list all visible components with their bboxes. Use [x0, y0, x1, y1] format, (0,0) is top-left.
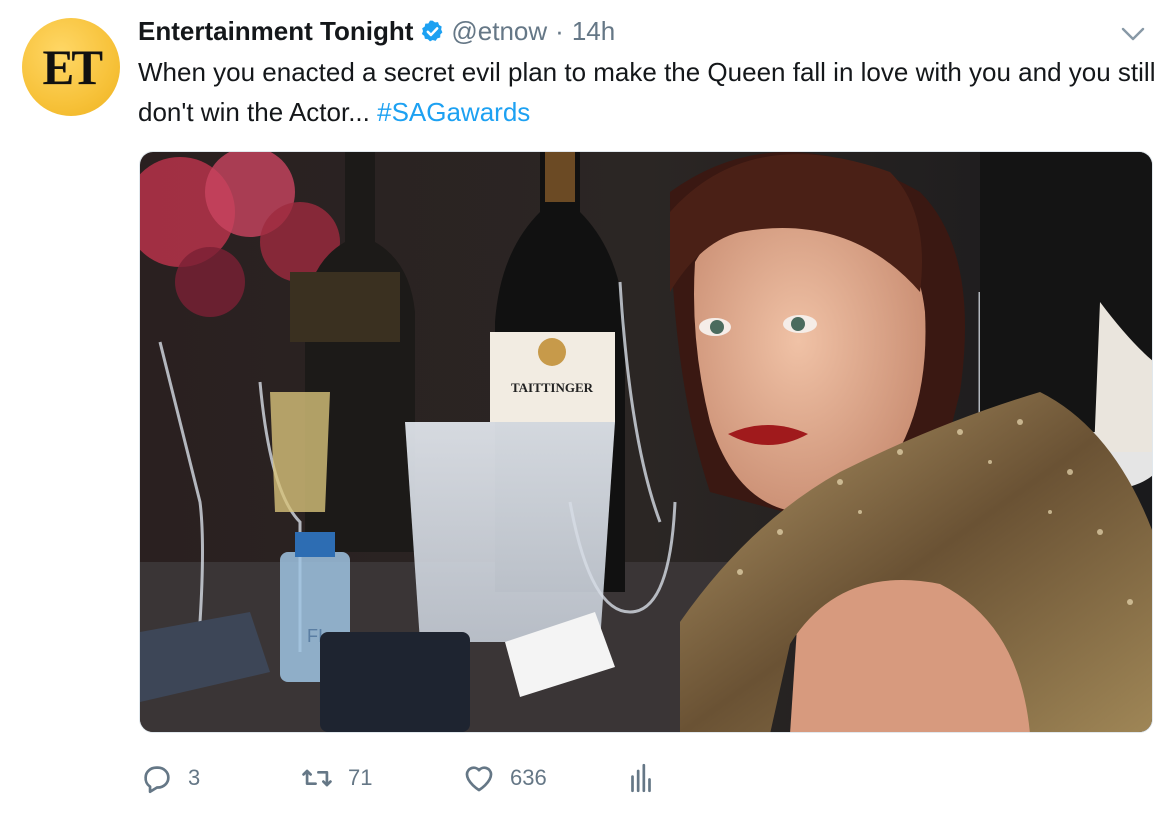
analytics-button[interactable]	[624, 758, 672, 798]
account-name[interactable]: Entertainment Tonight	[138, 16, 413, 47]
media-photo: TAITTINGER FI	[140, 152, 1152, 732]
hashtag-link[interactable]: #SAGawards	[377, 97, 530, 127]
tweet-text: When you enacted a secret evil plan to m…	[138, 52, 1158, 132]
like-button[interactable]: 636	[462, 758, 547, 798]
tweet-body: When you enacted a secret evil plan to m…	[138, 57, 1156, 127]
tweet-media[interactable]: TAITTINGER FI	[139, 151, 1153, 733]
reply-button[interactable]: 3	[140, 758, 200, 798]
retweet-icon	[302, 769, 332, 787]
chevron-down-icon[interactable]	[1120, 24, 1146, 44]
tweet-actions: 3 71 636	[140, 758, 700, 798]
bottle-label: TAITTINGER	[511, 380, 594, 395]
retweet-count: 71	[348, 765, 373, 790]
header-separator: ·	[555, 15, 564, 46]
account-avatar[interactable]: ET	[22, 18, 120, 116]
reply-icon	[144, 766, 170, 794]
tweet-header: Entertainment Tonight @etnow · 14h	[138, 14, 615, 48]
avatar-logo-text: ET	[42, 39, 103, 95]
reply-count: 3	[188, 765, 201, 790]
tweet-timestamp[interactable]: 14h	[572, 16, 615, 47]
account-handle[interactable]: @etnow	[451, 16, 547, 47]
analytics-icon	[631, 763, 651, 793]
verified-badge-icon	[422, 20, 443, 41]
retweet-button[interactable]: 71	[300, 758, 372, 798]
heart-icon	[465, 766, 493, 792]
like-count: 636	[510, 765, 547, 790]
